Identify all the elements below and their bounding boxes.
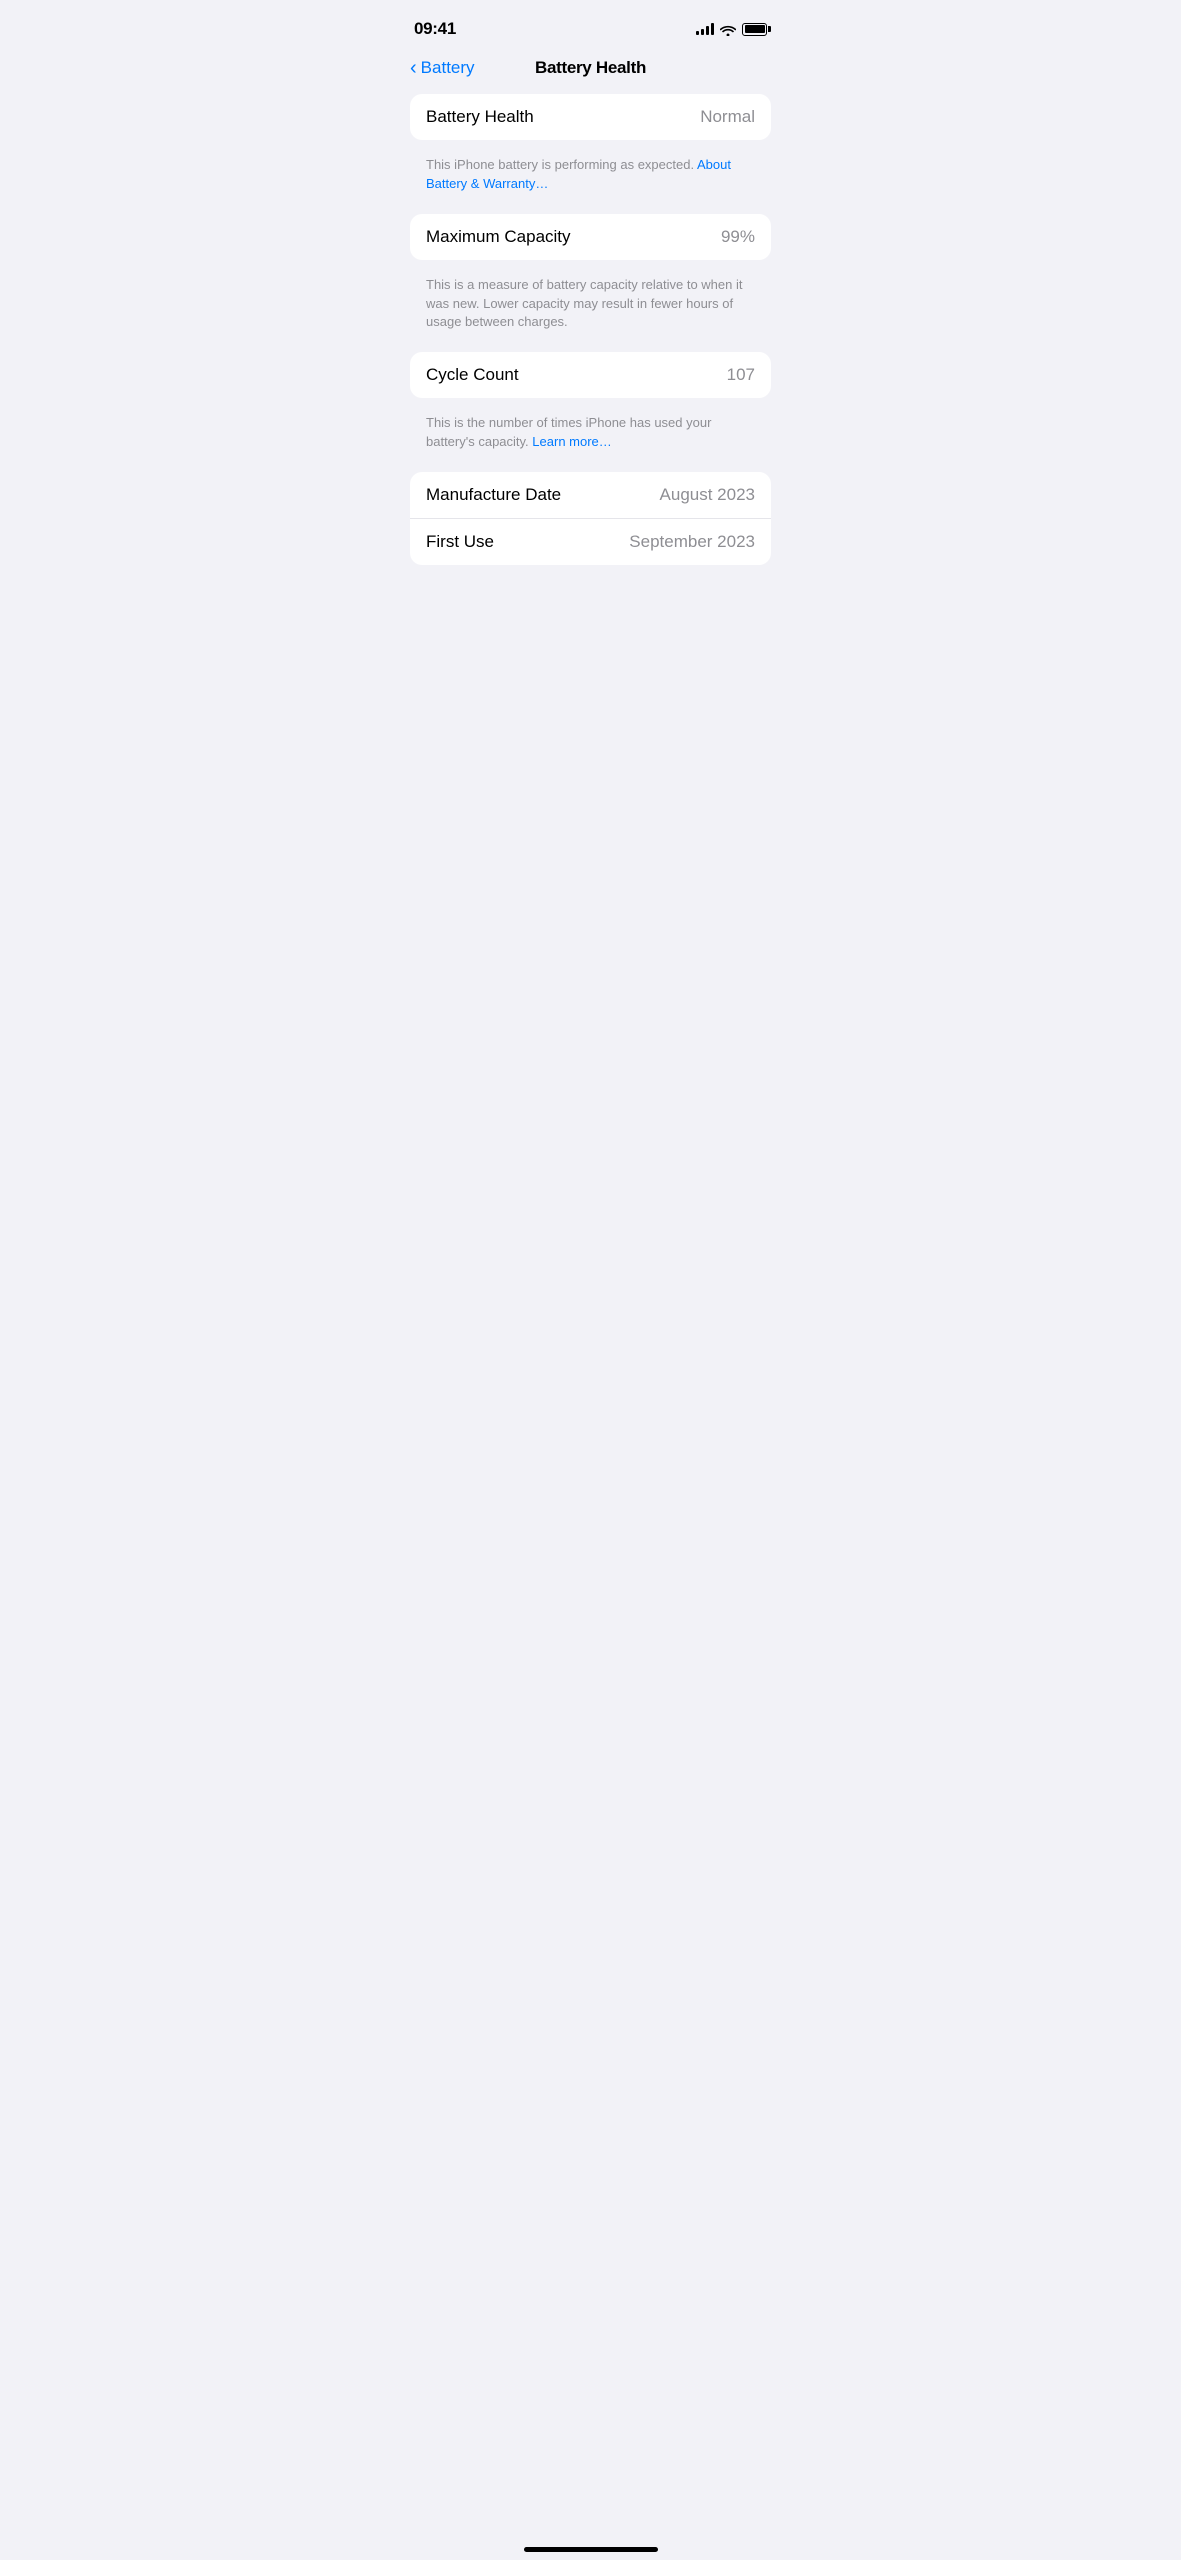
- battery-health-value: Normal: [700, 107, 755, 127]
- maximum-capacity-card: Maximum Capacity 99%: [410, 214, 771, 260]
- battery-icon: [742, 23, 767, 36]
- cycle-count-label: Cycle Count: [426, 365, 519, 385]
- maximum-capacity-value: 99%: [721, 227, 755, 247]
- battery-fill: [745, 25, 765, 33]
- battery-health-card: Battery Health Normal: [410, 94, 771, 140]
- cycle-count-value: 107: [727, 365, 755, 385]
- manufacture-date-value: August 2023: [660, 485, 755, 505]
- learn-more-link[interactable]: Learn more…: [532, 434, 611, 449]
- maximum-capacity-row: Maximum Capacity 99%: [410, 214, 771, 260]
- signal-icon: [696, 23, 714, 35]
- maximum-capacity-label: Maximum Capacity: [426, 227, 571, 247]
- dates-card: Manufacture Date August 2023 First Use S…: [410, 472, 771, 565]
- content-area: Battery Health Normal This iPhone batter…: [394, 94, 787, 565]
- first-use-label: First Use: [426, 532, 494, 552]
- cycle-count-description: This is the number of times iPhone has u…: [410, 406, 771, 472]
- cycle-count-row: Cycle Count 107: [410, 352, 771, 398]
- wifi-icon: [720, 23, 736, 35]
- nav-bar: ‹ Battery Battery Health: [394, 50, 787, 94]
- back-chevron-icon: ‹: [410, 58, 417, 78]
- first-use-row: First Use September 2023: [410, 518, 771, 565]
- status-icons: [696, 23, 767, 36]
- battery-warranty-link[interactable]: About Battery & Warranty…: [426, 157, 731, 191]
- back-button[interactable]: ‹ Battery: [410, 58, 475, 78]
- cycle-count-card: Cycle Count 107: [410, 352, 771, 398]
- battery-health-label: Battery Health: [426, 107, 534, 127]
- status-bar: 09:41: [394, 0, 787, 50]
- maximum-capacity-description: This is a measure of battery capacity re…: [410, 268, 771, 353]
- manufacture-date-label: Manufacture Date: [426, 485, 561, 505]
- first-use-value: September 2023: [629, 532, 755, 552]
- battery-health-row: Battery Health Normal: [410, 94, 771, 140]
- manufacture-date-row: Manufacture Date August 2023: [410, 472, 771, 518]
- page-title: Battery Health: [535, 58, 646, 78]
- battery-health-description: This iPhone battery is performing as exp…: [410, 148, 771, 214]
- back-label: Battery: [421, 58, 475, 78]
- status-time: 09:41: [414, 19, 456, 39]
- home-indicator: [524, 2547, 658, 2552]
